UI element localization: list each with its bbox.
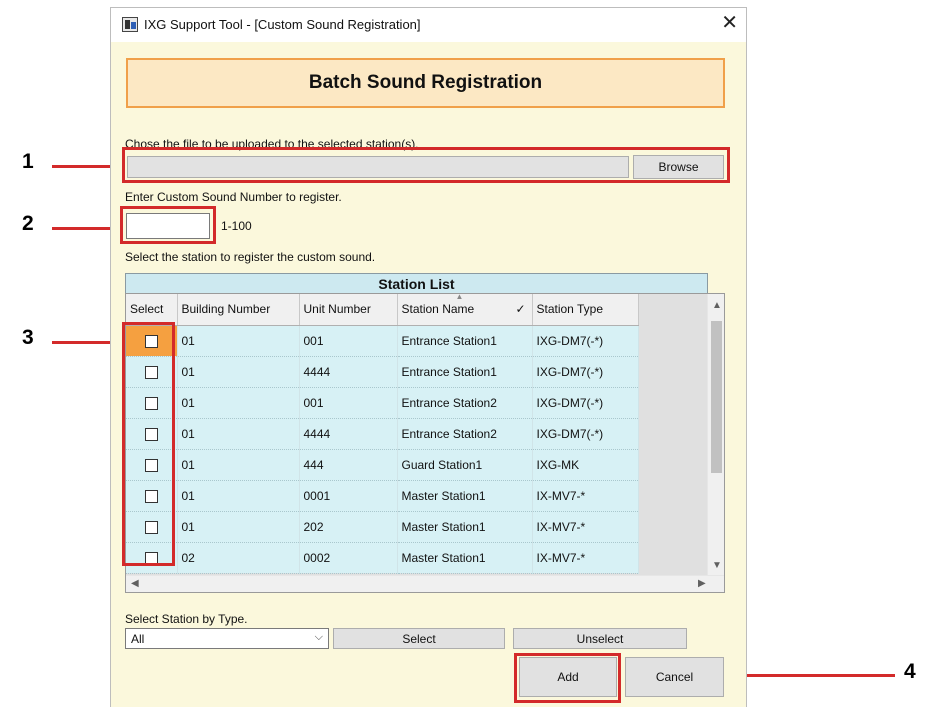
cell-station-name: Entrance Station2 [397, 387, 533, 419]
cell-building: 01 [177, 356, 300, 388]
cell-building: 01 [177, 480, 300, 512]
vertical-scroll-thumb[interactable] [711, 321, 722, 473]
table-row[interactable]: 01 4444 Entrance Station1 IXG-DM7(-*) [126, 356, 639, 388]
add-button[interactable]: Add [519, 657, 617, 697]
close-icon[interactable]: ✕ [721, 12, 738, 34]
table-row[interactable]: 01 202 Master Station1 IX-MV7-* [126, 511, 639, 543]
dialog-window: IXG Support Tool - [Custom Sound Registr… [110, 7, 747, 707]
cell-unit: 4444 [299, 356, 398, 388]
column-header-station-name-label: Station Name [401, 302, 475, 317]
column-header-station-name[interactable]: ▲ Station Name ✓ [397, 293, 533, 326]
browse-button[interactable]: Browse [633, 155, 724, 179]
cell-station-type: IXG-MK [532, 449, 639, 481]
scroll-up-icon[interactable]: ▲ [712, 300, 722, 311]
select-button[interactable]: Select [333, 628, 505, 649]
cell-unit: 001 [299, 325, 398, 357]
sound-number-input[interactable] [126, 213, 210, 239]
cell-station-type: IX-MV7-* [532, 511, 639, 543]
chevron-down-icon: ⌵ [314, 631, 323, 643]
station-list-title: Station List [125, 273, 708, 293]
row-checkbox[interactable] [144, 365, 158, 379]
column-header-station-type[interactable]: Station Type [532, 294, 639, 326]
cell-station-name: Guard Station1 [397, 449, 533, 481]
cell-station-name: Master Station1 [397, 480, 533, 512]
station-grid: Select Building Number Unit Number ▲ Sta… [125, 293, 725, 593]
callout-4: 4 [904, 660, 916, 683]
sound-number-range: 1-100 [221, 219, 252, 233]
scroll-down-icon[interactable]: ▼ [712, 560, 722, 571]
table-row[interactable]: 01 444 Guard Station1 IXG-MK [126, 449, 639, 481]
cell-unit: 444 [299, 449, 398, 481]
column-header-building[interactable]: Building Number [177, 294, 300, 326]
cell-station-type: IX-MV7-* [532, 542, 639, 574]
section-header: Batch Sound Registration [126, 58, 725, 108]
row-checkbox[interactable] [144, 458, 158, 472]
cell-station-name: Master Station1 [397, 511, 533, 543]
cell-station-name: Entrance Station2 [397, 418, 533, 450]
cell-building: 01 [177, 325, 300, 357]
table-row[interactable]: 01 4444 Entrance Station2 IXG-DM7(-*) [126, 418, 639, 450]
table-row[interactable]: 01 0001 Master Station1 IX-MV7-* [126, 480, 639, 512]
table-row[interactable]: 01 001 Entrance Station1 IXG-DM7(-*) [126, 325, 639, 357]
app-icon [122, 17, 138, 32]
cell-station-type: IXG-DM7(-*) [532, 418, 639, 450]
callout-2: 2 [22, 212, 34, 235]
cell-station-type: IXG-DM7(-*) [532, 356, 639, 388]
cell-station-type: IXG-DM7(-*) [532, 387, 639, 419]
column-header-unit[interactable]: Unit Number [299, 294, 398, 326]
cell-station-name: Entrance Station1 [397, 325, 533, 357]
callout-3: 3 [22, 326, 34, 349]
cell-building: 02 [177, 542, 300, 574]
cell-station-type: IXG-DM7(-*) [532, 325, 639, 357]
table-row[interactable]: 01 001 Entrance Station2 IXG-DM7(-*) [126, 387, 639, 419]
cell-building: 01 [177, 449, 300, 481]
cell-unit: 4444 [299, 418, 398, 450]
row-checkbox[interactable] [144, 551, 158, 565]
sound-number-instruction: Enter Custom Sound Number to register. [125, 190, 342, 204]
cell-station-name: Entrance Station1 [397, 356, 533, 388]
window-title: IXG Support Tool - [Custom Sound Registr… [144, 17, 421, 32]
title-bar: IXG Support Tool - [Custom Sound Registr… [111, 8, 746, 42]
cell-unit: 0001 [299, 480, 398, 512]
cancel-button[interactable]: Cancel [625, 657, 724, 697]
cell-unit: 001 [299, 387, 398, 419]
cell-unit: 202 [299, 511, 398, 543]
checkmark-icon: ✓ [515, 302, 526, 316]
cell-building: 01 [177, 418, 300, 450]
row-checkbox[interactable] [144, 489, 158, 503]
row-checkbox[interactable] [144, 427, 158, 441]
vertical-scrollbar[interactable]: ▲ ▼ [707, 294, 724, 577]
cell-building: 01 [177, 387, 300, 419]
row-checkbox[interactable] [144, 520, 158, 534]
station-type-selected: All [131, 632, 145, 646]
file-instruction: Chose the file to be uploaded to the sel… [125, 137, 419, 151]
row-checkbox[interactable] [144, 334, 158, 348]
horizontal-scrollbar[interactable]: ◀ ▶ [126, 575, 724, 592]
sort-arrow-icon: ▲ [455, 293, 464, 301]
cell-building: 01 [177, 511, 300, 543]
scroll-right-icon[interactable]: ▶ [698, 578, 706, 589]
select-by-type-label: Select Station by Type. [125, 612, 248, 626]
cell-station-type: IX-MV7-* [532, 480, 639, 512]
cell-station-name: Master Station1 [397, 542, 533, 574]
table-row[interactable]: 02 0002 Master Station1 IX-MV7-* [126, 542, 639, 574]
callout-1: 1 [22, 150, 34, 173]
unselect-button[interactable]: Unselect [513, 628, 687, 649]
column-header-select[interactable]: Select [126, 294, 178, 326]
station-instruction: Select the station to register the custo… [125, 250, 376, 264]
station-type-dropdown[interactable]: All ⌵ [125, 628, 329, 649]
file-path-field[interactable] [127, 156, 629, 178]
row-checkbox[interactable] [144, 396, 158, 410]
cell-unit: 0002 [299, 542, 398, 574]
scroll-left-icon[interactable]: ◀ [131, 578, 139, 589]
